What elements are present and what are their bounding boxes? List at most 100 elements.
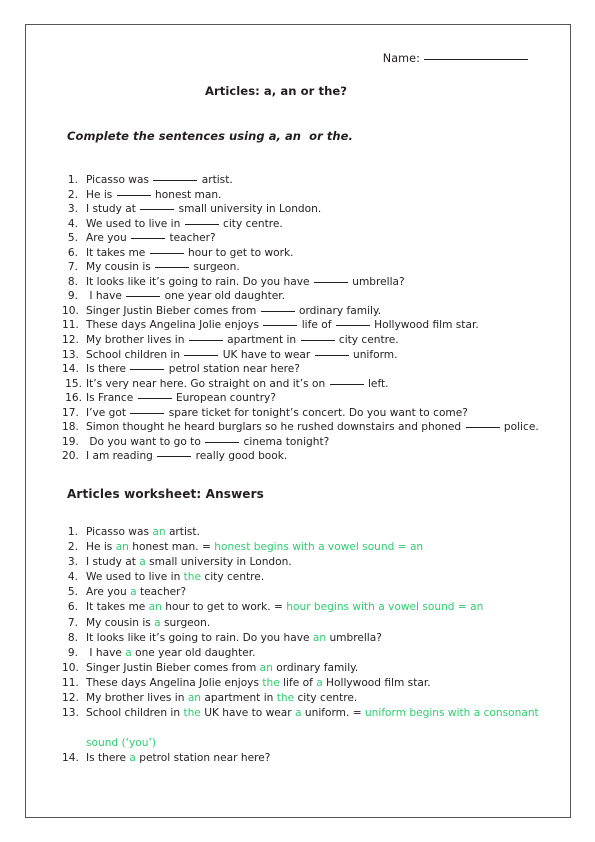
explanation-note: uniform begins with a consonant [364,707,539,720]
answer-blank[interactable] [205,441,240,443]
answer-blank[interactable] [184,223,219,225]
answer-item: 10. Singer Justin Bieber comes from an or… [62,661,542,676]
sentence-fragment: It takes me [86,246,149,259]
sentence-fragment: He is [86,188,116,201]
sentence-fragment: small university in London. [145,556,292,569]
answer-blank[interactable] [153,180,198,181]
answer-text: Is there a petrol station near here? [86,751,542,766]
question-number: 16. [65,392,82,405]
sentence-fragment: life of [279,676,317,689]
question-number: 20. [62,450,79,463]
answer-blank[interactable] [149,252,184,254]
sentence-fragment: Is there [86,363,130,376]
sentence-fragment: ordinary family. [295,304,382,317]
question-text: I have one year old daughter. [86,289,542,304]
sentence-fragment: These days Angelina Jolie enjoys [86,319,263,332]
name-write-line [424,59,528,60]
sentence-fragment: UK have to wear [200,707,296,720]
sentence-fragment: I’ve got [86,406,130,419]
sentence-fragment: teacher? [166,232,216,245]
answer-blank[interactable] [157,456,192,458]
correct-article: an [115,541,129,554]
answer-blank[interactable] [260,310,295,312]
sentence-fragment: honest man. [151,188,222,201]
answer-text: Singer Justin Bieber comes from an ordin… [86,661,542,676]
answer-item: 3. I study at a small university in Londo… [62,555,542,570]
answer-blank[interactable] [329,383,364,385]
question-text: It looks like it’s going to rain. Do you… [86,275,542,290]
answer-item: 2. He is an honest man. = honest begins w… [62,540,542,555]
sentence-fragment: city centre. [201,571,265,584]
question-number: 11. [62,319,79,332]
answer-number: 14. [62,752,79,765]
answer-blank[interactable] [300,340,335,342]
answer-blank[interactable] [335,325,370,327]
explanation-note: honest begins with a vowel sound = an [214,541,424,554]
correct-article: the [262,676,280,689]
answer-blank[interactable] [263,325,298,327]
answer-item: 4. We used to live in the city centre. [62,570,542,585]
sentence-fragment: artist. [198,174,233,186]
answer-number: 12. [62,692,79,705]
sentence-fragment: We used to live in [86,571,184,584]
correct-article: an [259,661,273,674]
sentence-fragment: Picasso was [86,526,153,538]
answer-blank[interactable] [140,209,175,211]
answer-item: 14. Is there a petrol station near here? [62,751,542,766]
answer-blank[interactable] [155,267,190,269]
question-text: My brother lives in apartment in city ce… [86,333,542,348]
question-text: My cousin is surgeon. [86,260,542,275]
answer-blank[interactable] [116,194,151,196]
answer-item: 7. My cousin is a surgeon. [62,616,542,631]
answer-number: 4. [67,571,78,584]
sentence-fragment: Hollywood film star. [370,319,479,332]
answer-text: My cousin is a surgeon. [86,616,542,631]
question-item: 14. Is there petrol station near here? [62,362,542,377]
answer-item: 11. These days Angelina Jolie enjoys the … [62,676,542,691]
sentence-fragment: uniform. [349,348,398,361]
answer-text: We used to live in the city centre. [86,570,542,585]
answer-blank[interactable] [313,281,348,283]
sentence-fragment: My brother lives in [86,692,188,705]
answer-number: 6. [67,601,78,614]
sentence-fragment: city centre. [335,334,399,347]
answer-blank[interactable] [130,412,165,414]
question-item: 5. Are you teacher? [62,231,542,246]
question-text: School children in UK have to wear unifo… [86,348,542,363]
answer-blank[interactable] [131,238,166,240]
question-text: Do you want to go to cinema tonight? [86,435,542,450]
answer-blank[interactable] [126,296,161,298]
questions-list: 1. Picasso was artist. 2. He is honest man.… [62,173,542,464]
answer-number: 11. [62,676,79,689]
answer-blank[interactable] [314,354,349,356]
answer-text: He is an honest man. = honest begins wit… [86,540,542,555]
instruction-text: Complete the sentences using a, an or th… [67,129,353,143]
answer-blank[interactable] [188,340,223,342]
sentence-fragment: I have [86,290,126,303]
correct-article: the [276,692,295,705]
answer-text: I have a one year old daughter. [86,646,542,661]
sentence-fragment: surgeon. [160,616,211,629]
question-text: Are you teacher? [86,231,542,246]
name-field-row: Name: [26,52,570,65]
sentence-fragment: cinema tonight? [240,435,330,448]
answer-blank[interactable] [130,369,165,371]
answer-blank[interactable] [137,398,172,400]
sentence-fragment: umbrella? [348,275,405,288]
sentence-fragment: Singer Justin Bieber comes from [86,304,260,317]
question-text: These days Angelina Jolie enjoys life of… [86,318,542,333]
sentence-fragment: really good book. [192,450,288,463]
sentence-fragment: Hollywood film star. [322,676,431,689]
answer-blank[interactable] [465,427,500,429]
sentence-fragment: It takes me [86,601,149,614]
sentence-fragment: These days Angelina Jolie enjoys [86,676,263,689]
correct-article: an [148,601,162,614]
question-item: 11. These days Angelina Jolie enjoys life… [62,318,542,333]
question-text: Picasso was artist. [86,173,542,188]
sentence-fragment: I study at [86,556,140,569]
answer-item: 8. It looks like it’s going to rain. Do y… [62,631,542,646]
sentence-fragment: He is [86,541,116,554]
question-number: 18. [62,421,79,434]
sentence-fragment: artist. [165,526,200,538]
answer-blank[interactable] [184,354,219,356]
